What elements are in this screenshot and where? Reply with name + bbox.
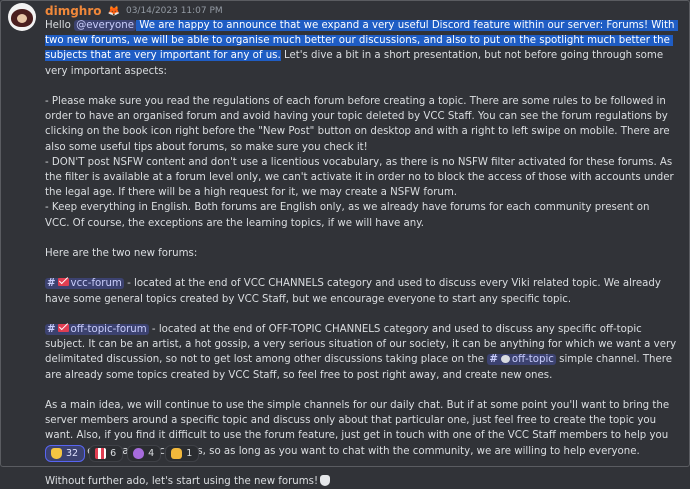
reaction-count: 6 [110,448,117,459]
channel-link-vcc-forum[interactable]: # vcc-forum [45,278,124,290]
reaction-thumbs-up[interactable]: 32 [45,445,86,462]
channel-link-off-topic-forum[interactable]: # off-topic-forum [45,324,149,336]
mail-icon [57,278,69,287]
mention-everyone[interactable]: @everyone [74,20,136,31]
message-content: Hello @everyone We are happy to announce… [45,18,678,489]
rule-3: - Keep everything in English. Both forum… [45,202,653,229]
channel-name: vcc-forum [70,278,122,290]
channel-name: off-topic [511,354,554,366]
flag-icon [95,448,107,459]
hand-sign-icon [171,448,183,459]
message-header: dimghro 🦊 03/14/2023 11:07 PM [45,3,223,19]
rule-1: - Please make sure you read the regulati… [45,96,673,153]
forum1-description: - located at the end of VCC CHANNELS cat… [45,278,665,305]
username[interactable]: dimghro [45,4,102,18]
thumbs-down-emoji-icon [320,475,331,487]
mail-icon [57,324,69,333]
channel-link-off-topic[interactable]: # off-topic [487,354,556,366]
reaction-purple-heart[interactable]: 4 [127,445,162,462]
reaction-flag[interactable]: 6 [89,445,124,462]
rule-2: - DON'T post NSFW content and don't use … [45,156,677,199]
reaction-count: 4 [148,448,155,459]
avatar-face [17,14,27,23]
thumbs-up-icon [51,448,62,459]
hash-icon: # [489,354,498,366]
fox-icon: 🦊 [107,5,120,17]
speech-bubble-icon [500,355,510,364]
reaction-count: 32 [66,448,79,459]
hash-icon: # [47,278,56,290]
channel-name: off-topic-forum [70,324,147,336]
message-timestamp[interactable]: 03/14/2023 11:07 PM [126,6,223,16]
hash-icon: # [47,324,56,336]
reactions-bar: 32 6 4 1 [45,445,200,462]
purple-heart-icon [133,448,145,459]
forums-intro: Here are the two new forums: [45,248,198,260]
text-hello: Hello [45,20,75,31]
final-line: Without further ado, let's start using t… [45,476,319,488]
reaction-count: 1 [186,448,193,459]
reaction-hand-sign[interactable]: 1 [165,445,200,462]
user-avatar[interactable] [8,3,36,31]
